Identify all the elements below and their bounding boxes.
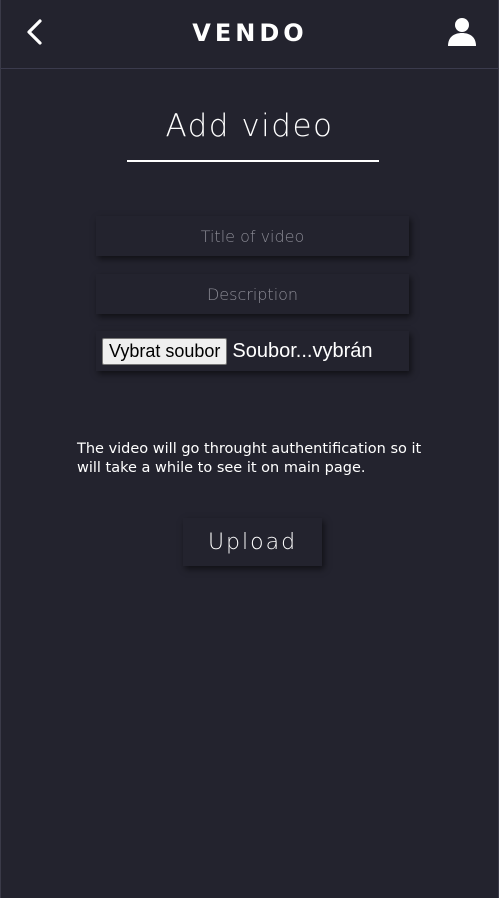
choose-file-button[interactable]: Vybrat soubor [102,337,228,365]
page-title: Add video [165,108,334,144]
profile-button[interactable] [446,16,478,48]
description-input[interactable] [96,274,409,314]
file-status-text: Soubor...vybrán [232,339,373,362]
logo-text: VENDO [192,19,307,47]
upload-note: The video will go throught authentificat… [77,441,422,476]
page: VENDO Add video Vybrat soubor Soubor...v… [0,0,499,898]
vendo-logo: VENDO [192,19,307,47]
user-icon [448,18,476,46]
file-input[interactable]: Vybrat soubor Soubor...vybrán [96,331,409,371]
logo[interactable]: VENDO [1,16,498,48]
title-input[interactable] [96,216,409,256]
title-underline [127,160,379,162]
header: VENDO [1,0,498,69]
upload-button[interactable]: Upload [183,518,322,566]
